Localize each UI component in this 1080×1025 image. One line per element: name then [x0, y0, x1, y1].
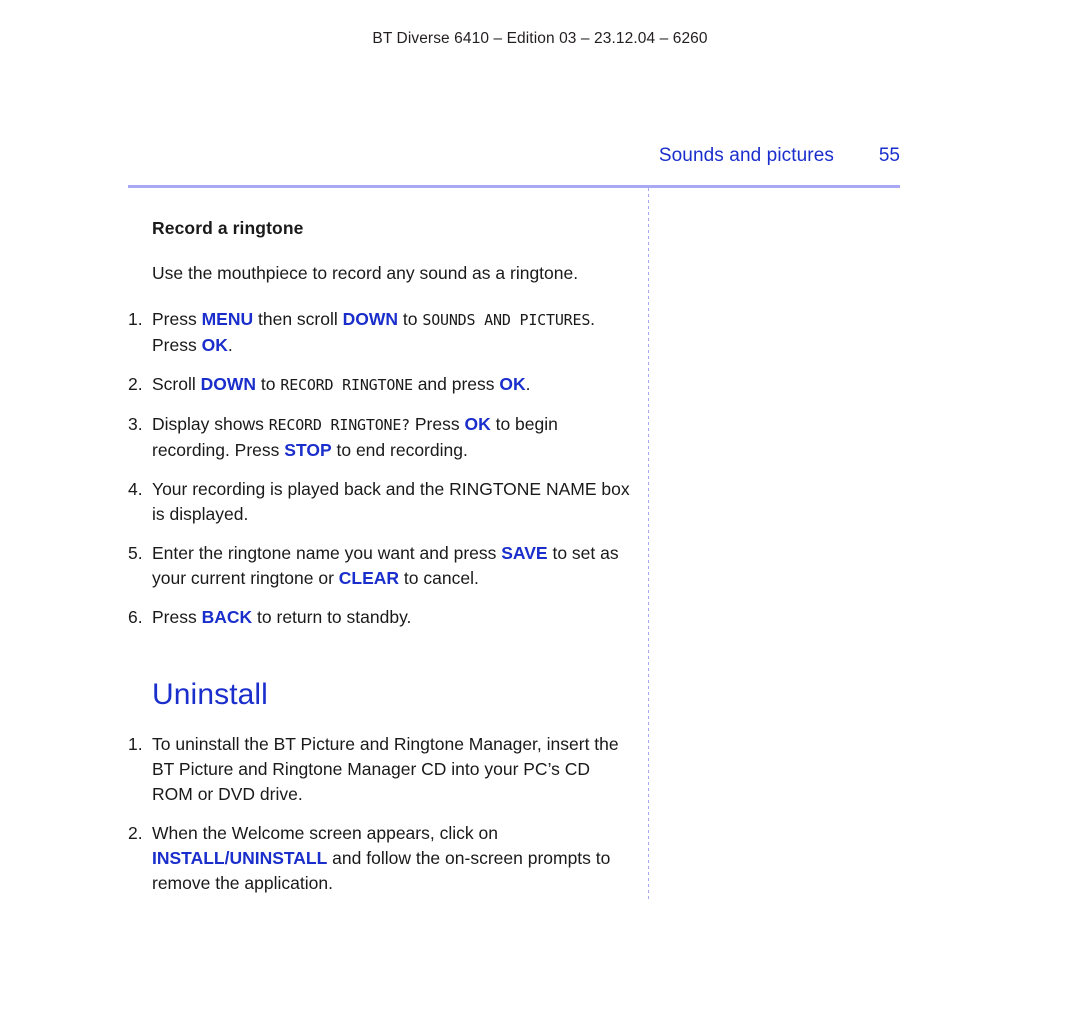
text-run: to cancel. — [399, 568, 479, 588]
running-header: BT Diverse 6410 – Edition 03 – 23.12.04 … — [372, 30, 708, 47]
step-item: 1. To uninstall the BT Picture and Ringto… — [128, 732, 633, 807]
steps-list-record-a-ringtone: 1. Press MENU then scroll DOWN to SOUNDS … — [128, 307, 633, 630]
text-run: Display shows — [152, 414, 269, 434]
text-run: to return to standby. — [252, 607, 412, 627]
caps-text: RINGTONE NAME — [449, 479, 597, 499]
text-run: Scroll — [152, 374, 201, 394]
text-run: to end recording. — [331, 440, 468, 460]
step-text: When the Welcome screen appears, click o… — [152, 823, 610, 893]
key-label: OK — [464, 414, 491, 434]
step-text: Press MENU then scroll DOWN to SOUNDS AN… — [152, 309, 595, 355]
step-number: 1. — [128, 309, 143, 329]
step-number: 6. — [128, 607, 143, 627]
section-heading-uninstall: Uninstall — [152, 678, 268, 711]
step-text: Your recording is played back and the RI… — [152, 479, 630, 524]
step-text: Scroll DOWN to RECORD RINGTONE and press… — [152, 374, 531, 394]
step-item: 6. Press BACK to return to standby. — [128, 605, 633, 630]
section-intro-record-a-ringtone: Use the mouthpiece to record any sound a… — [152, 263, 579, 283]
text-run: and press — [412, 374, 500, 394]
text-run: to — [398, 309, 423, 329]
step-text: To uninstall the BT Picture and Ringtone… — [152, 734, 619, 804]
key-label: STOP — [284, 440, 332, 460]
text-run: to — [256, 374, 281, 394]
step-number: 5. — [128, 543, 143, 563]
text-run: Press — [152, 309, 202, 329]
step-item: 2. When the Welcome screen appears, click… — [128, 821, 633, 896]
step-number: 1. — [128, 734, 143, 754]
step-item: 5. Enter the ringtone name you want and p… — [128, 541, 633, 591]
key-label: OK — [201, 335, 228, 355]
step-number: 2. — [128, 374, 143, 394]
section-heading-record-a-ringtone: Record a ringtone — [152, 218, 304, 238]
key-label: DOWN — [200, 374, 257, 394]
step-item: 1. Press MENU then scroll DOWN to SOUNDS … — [128, 307, 633, 358]
step-text: Press BACK to return to standby. — [152, 607, 411, 627]
key-label: SAVE — [501, 543, 548, 563]
column-divider-rule — [648, 188, 649, 901]
text-run: When the Welcome screen appears, click o… — [152, 823, 498, 843]
step-text: Display shows RECORD RINGTONE? Press OK … — [152, 414, 558, 460]
display-text: SOUNDS AND PICTURES — [422, 311, 591, 329]
text-run: To uninstall the BT Picture and Ringtone… — [152, 734, 619, 804]
key-label: DOWN — [342, 309, 399, 329]
step-number: 2. — [128, 823, 143, 843]
step-item: 3. Display shows RECORD RINGTONE? Press O… — [128, 412, 633, 463]
display-text: RECORD RINGTONE? — [268, 416, 411, 434]
step-number: 3. — [128, 414, 143, 434]
key-label: OK — [499, 374, 526, 394]
key-label: MENU — [201, 309, 254, 329]
display-text: RECORD RINGTONE — [280, 376, 413, 394]
text-run: . — [227, 335, 233, 355]
steps-list-uninstall: 1. To uninstall the BT Picture and Ringto… — [128, 732, 633, 896]
page-title-row: Sounds and pictures 55 — [128, 145, 900, 167]
page-number: 55 — [878, 145, 900, 166]
key-label: BACK — [201, 607, 253, 627]
text-run: Enter the ringtone name you want and pre… — [152, 543, 502, 563]
text-run: . — [525, 374, 531, 394]
step-number: 4. — [128, 479, 143, 499]
header-divider-rule — [128, 185, 900, 188]
key-label: CLEAR — [338, 568, 400, 588]
text-run: Press — [152, 607, 202, 627]
text-run: Press — [410, 414, 465, 434]
sections-root: Record a ringtone Use the mouthpiece to r… — [128, 218, 633, 896]
text-run: then scroll — [253, 309, 343, 329]
content-column: Record a ringtone Use the mouthpiece to r… — [128, 218, 633, 896]
step-item: 4. Your recording is played back and the … — [128, 477, 633, 527]
step-text: Enter the ringtone name you want and pre… — [152, 543, 619, 588]
text-run: Your recording is played back and the — [152, 479, 450, 499]
key-label: INSTALL/UNINSTALL — [152, 848, 328, 868]
page-title: Sounds and pictures — [658, 145, 834, 166]
step-item: 2. Scroll DOWN to RECORD RINGTONE and pre… — [128, 372, 633, 398]
